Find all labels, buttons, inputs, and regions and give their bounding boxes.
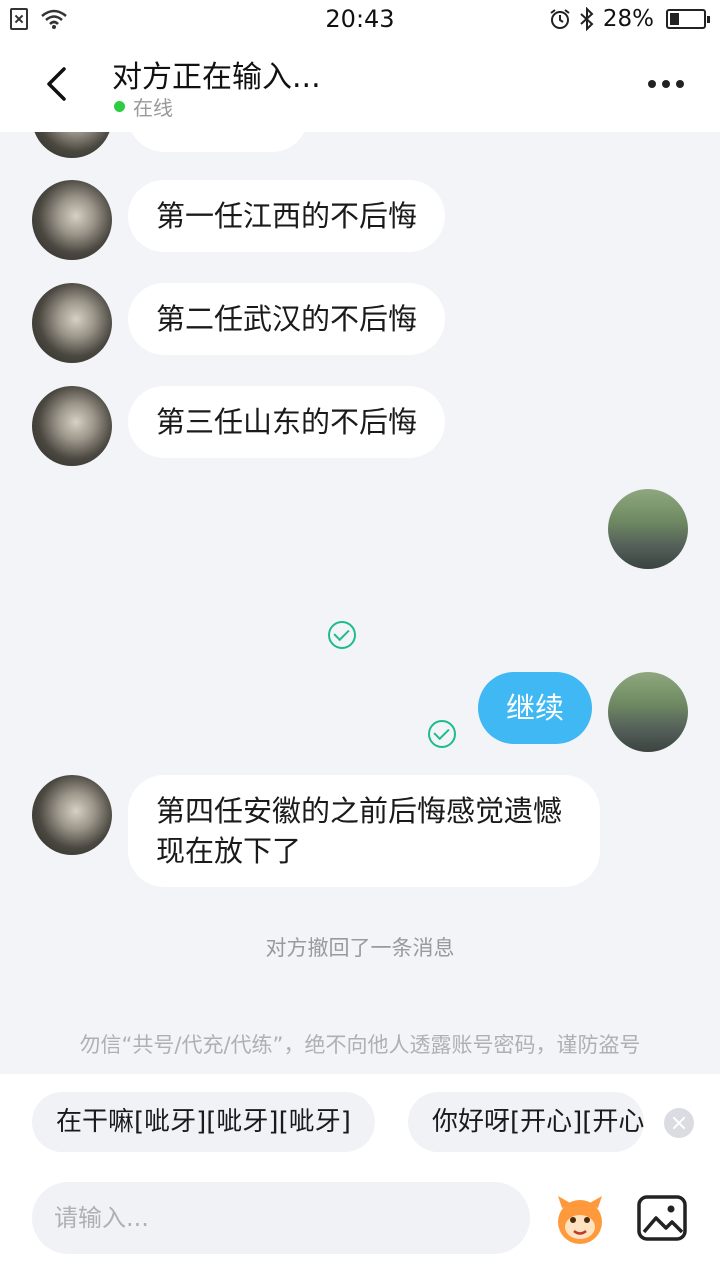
input-bar xyxy=(0,1170,720,1280)
security-warning: 勿信“共号/代充/代练”，绝不向他人透露账号密码，谨防盗号 xyxy=(79,1033,641,1057)
alarm-icon xyxy=(550,9,570,29)
contact-avatar[interactable] xyxy=(32,180,112,260)
message-list[interactable]: 第一任江西的不后悔 第二任武汉的不后悔 第三任山东的不后悔 继续 第四任安徽的之… xyxy=(0,132,720,1074)
back-button[interactable] xyxy=(32,60,80,108)
quick-reply-chip[interactable]: 你好呀[开心][开心] xyxy=(408,1092,644,1152)
back-arrow-icon xyxy=(47,67,66,101)
message-bubble-received[interactable]: 第三任山东的不后悔 xyxy=(128,386,446,458)
recall-notice: 对方撤回了一条消息 xyxy=(265,936,455,960)
read-check-icon xyxy=(328,621,356,649)
message-bubble-received[interactable]: 第一任江西的不后悔 xyxy=(128,180,446,252)
message-input[interactable] xyxy=(32,1182,530,1254)
image-icon[interactable] xyxy=(636,1194,688,1242)
more-dots-icon xyxy=(648,80,656,88)
emoji-icon[interactable] xyxy=(552,1192,608,1248)
quick-reply-bar: 在干嘛[呲牙][呲牙][呲牙] 你好呀[开心][开心] xyxy=(0,1074,720,1170)
my-avatar[interactable] xyxy=(608,489,688,569)
more-button[interactable] xyxy=(642,64,690,104)
contact-avatar[interactable] xyxy=(32,132,112,158)
message-bubble-sent[interactable]: 继续 xyxy=(477,672,592,744)
message-bubble-received[interactable]: 第二任武汉的不后悔 xyxy=(128,283,446,355)
chat-title: 对方正在输入... xyxy=(112,60,321,95)
status-bar: 20:43 28% xyxy=(0,0,720,40)
bluetooth-icon xyxy=(580,7,594,31)
online-dot xyxy=(114,101,125,112)
contact-avatar[interactable] xyxy=(32,775,112,855)
my-avatar[interactable] xyxy=(608,672,688,752)
message-bubble-partial[interactable] xyxy=(128,132,308,152)
read-check-icon xyxy=(428,720,456,748)
battery-fill xyxy=(670,13,679,25)
online-status-label: 在线 xyxy=(133,96,173,120)
more-dots-icon xyxy=(662,80,670,88)
contact-avatar[interactable] xyxy=(32,283,112,363)
online-status: 在线 xyxy=(114,92,173,121)
message-bubble-received[interactable]: 第四任安徽的之前后悔感觉遗憾 现在放下了 xyxy=(128,775,600,887)
quick-reply-chip[interactable]: 在干嘛[呲牙][呲牙][呲牙] xyxy=(32,1092,375,1152)
contact-avatar[interactable] xyxy=(32,386,112,466)
close-quick-replies-icon[interactable] xyxy=(664,1108,694,1138)
battery-icon xyxy=(666,9,710,29)
chat-header: 对方正在输入... 在线 xyxy=(0,40,720,132)
more-dots-icon xyxy=(676,80,684,88)
battery-percent: 28% xyxy=(602,6,654,32)
